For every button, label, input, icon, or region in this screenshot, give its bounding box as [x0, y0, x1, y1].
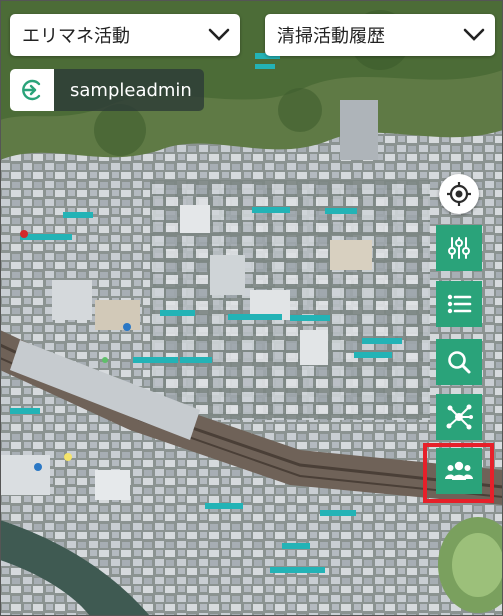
- highlight-frame: [423, 443, 494, 503]
- logout-button[interactable]: [10, 69, 54, 111]
- area-select-value: エリマネ活動: [22, 26, 130, 47]
- history-select-value: 清掃活動履歴: [277, 26, 385, 47]
- filter-button[interactable]: [436, 225, 482, 271]
- search-button[interactable]: [436, 339, 482, 385]
- search-icon: [448, 351, 471, 374]
- user-name-label: sampleadmin: [54, 69, 204, 111]
- area-select-dropdown[interactable]: エリマネ活動: [10, 14, 240, 56]
- network-button[interactable]: [436, 394, 482, 440]
- list-icon: [447, 294, 472, 314]
- locate-icon: [447, 182, 471, 206]
- logout-icon: [22, 79, 41, 101]
- chevron-down-icon: [208, 28, 230, 41]
- list-button[interactable]: [436, 281, 482, 327]
- chevron-down-icon: [463, 28, 485, 41]
- user-badge: sampleadmin: [10, 69, 204, 111]
- map-app: エリマネ活動 清掃活動履歴 sampleadmin: [0, 0, 503, 616]
- filter-sliders-icon: [448, 237, 470, 259]
- history-select-dropdown[interactable]: 清掃活動履歴: [265, 14, 495, 56]
- locate-button[interactable]: [439, 174, 479, 214]
- network-icon: [446, 404, 473, 430]
